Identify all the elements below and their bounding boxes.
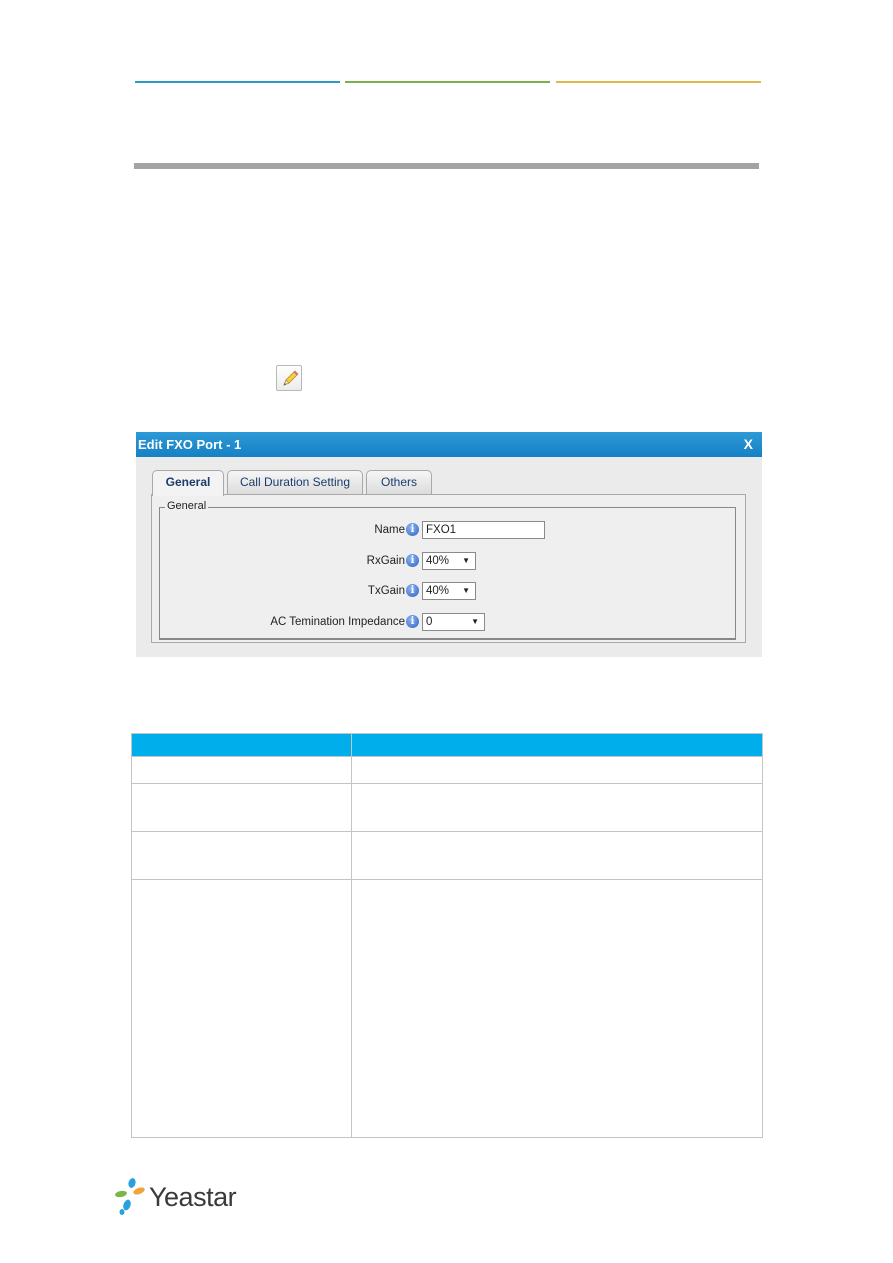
- edit-fxo-port-dialog: Edit FXO Port - 1 X General Call Duratio…: [136, 432, 762, 657]
- section-divider-bar: [134, 163, 759, 169]
- table-row: [131, 756, 763, 784]
- tab-panel-general: General Name i : FXO1 RxGain i : 40% ▼ T…: [151, 494, 746, 643]
- dropdown-arrow-icon: ▼: [462, 586, 470, 595]
- field-row-ac-termination-impedance: AC Temination Impedance i : 0 ▼: [160, 613, 735, 633]
- name-label: Name: [374, 524, 405, 536]
- table-cell: [131, 783, 352, 832]
- table-header-row: [131, 733, 763, 757]
- txgain-label: TxGain: [367, 585, 405, 597]
- yeastar-logo-mark-icon: [115, 1178, 145, 1215]
- close-button[interactable]: X: [744, 432, 753, 457]
- table-cell: [131, 756, 352, 784]
- ac-termination-impedance-select[interactable]: 0 ▼: [422, 613, 485, 631]
- logo-text: Yeastar: [149, 1182, 237, 1212]
- edit-button[interactable]: [276, 365, 302, 391]
- header-line-green: [345, 81, 550, 83]
- dialog-title: Edit FXO Port - 1: [138, 437, 242, 452]
- header-line-blue: [135, 81, 340, 83]
- dialog-title-bar: Edit FXO Port - 1 X: [136, 432, 762, 457]
- tab-others[interactable]: Others: [366, 470, 432, 494]
- table-cell: [351, 783, 763, 832]
- table-cell: [131, 879, 352, 1138]
- fieldset-legend: General: [165, 500, 209, 512]
- table-header-cell: [351, 733, 763, 757]
- txgain-select[interactable]: 40% ▼: [422, 582, 476, 600]
- name-input[interactable]: FXO1: [422, 521, 545, 539]
- info-icon[interactable]: i: [406, 554, 419, 567]
- table-row: [131, 783, 763, 832]
- txgain-value: 40%: [426, 585, 450, 597]
- rxgain-label: RxGain: [366, 555, 405, 567]
- rxgain-select[interactable]: 40% ▼: [422, 552, 476, 570]
- ac-termination-impedance-label: AC Temination Impedance: [270, 616, 405, 628]
- yeastar-logo: Yeastar: [112, 1176, 252, 1218]
- table-cell: [351, 756, 763, 784]
- info-icon[interactable]: i: [406, 615, 419, 628]
- table-header-cell: [131, 733, 352, 757]
- ac-termination-impedance-value: 0: [426, 616, 433, 628]
- tab-call-duration-setting[interactable]: Call Duration Setting: [227, 470, 363, 494]
- pencil-icon: [283, 370, 299, 386]
- rxgain-value: 40%: [426, 555, 450, 567]
- dropdown-arrow-icon: ▼: [471, 617, 479, 626]
- dropdown-arrow-icon: ▼: [462, 556, 470, 565]
- info-icon[interactable]: i: [406, 523, 419, 536]
- field-row-name: Name i : FXO1: [160, 521, 735, 541]
- field-row-rxgain: RxGain i : 40% ▼: [160, 552, 735, 572]
- field-row-txgain: TxGain i : 40% ▼: [160, 582, 735, 602]
- info-icon[interactable]: i: [406, 584, 419, 597]
- general-fieldset: General Name i : FXO1 RxGain i : 40% ▼ T…: [159, 500, 736, 640]
- table-cell: [131, 831, 352, 880]
- table-row: [131, 831, 763, 880]
- description-table: [131, 733, 763, 1138]
- tab-general[interactable]: General: [152, 470, 224, 496]
- table-cell: [351, 879, 763, 1138]
- header-line-yellow: [556, 81, 761, 83]
- table-row: [131, 879, 763, 1138]
- table-cell: [351, 831, 763, 880]
